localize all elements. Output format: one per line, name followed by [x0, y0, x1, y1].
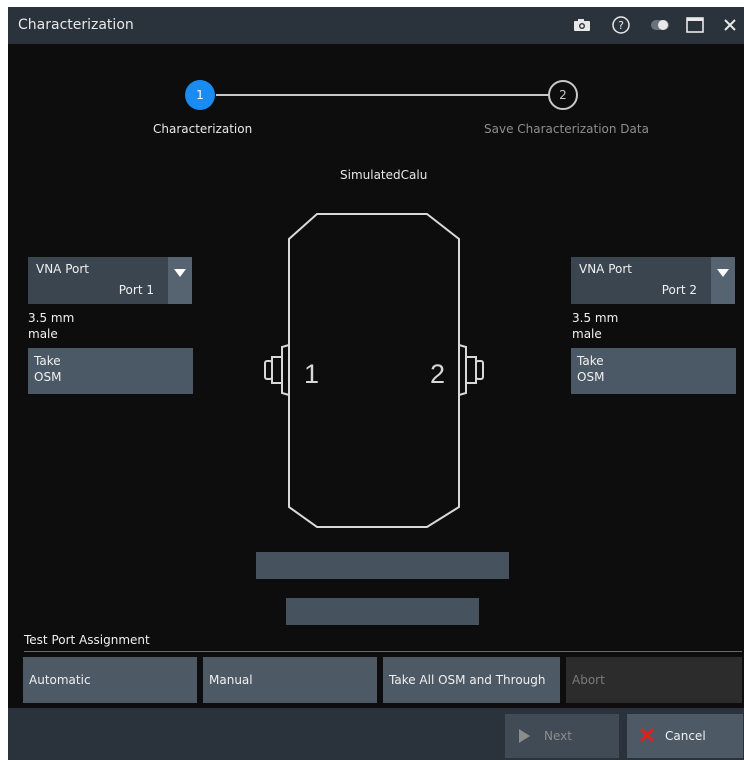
cal-unit-name: SimulatedCalu: [340, 168, 428, 182]
manual-button[interactable]: Manual: [203, 657, 377, 703]
maximize-icon[interactable]: [683, 13, 707, 37]
next-label: Next: [544, 729, 572, 743]
left-take-osm-line1: Take: [34, 354, 61, 368]
status-bar-upper: [256, 552, 509, 579]
right-connector-info: 3.5 mm male: [572, 310, 618, 342]
play-icon: [519, 729, 530, 743]
port-2-connector-icon: [465, 356, 484, 384]
right-connector-gender: male: [572, 327, 602, 341]
title-bar: Characterization ?: [8, 7, 744, 44]
port-2-number: 2: [430, 359, 445, 389]
right-vna-port-value: Port 2: [661, 283, 697, 297]
right-take-osm-line1: Take: [577, 354, 604, 368]
dialog-content: 1 2 Characterization Save Characterizati…: [8, 44, 744, 708]
wizard-step-1[interactable]: 1: [185, 80, 215, 110]
svg-text:?: ?: [618, 19, 624, 32]
characterization-dialog: Characterization ? 1 2 Characterization …: [8, 7, 744, 760]
cancel-button[interactable]: Cancel: [627, 714, 743, 758]
port-1-connector-icon: [264, 356, 283, 384]
left-vna-port-label: VNA Port: [36, 262, 89, 276]
toggle-icon[interactable]: [648, 13, 672, 37]
cancel-x-icon: [639, 726, 655, 746]
left-vna-port-value: Port 1: [118, 283, 154, 297]
take-all-osm-through-button[interactable]: Take All OSM and Through: [383, 657, 560, 703]
close-icon[interactable]: [718, 13, 742, 37]
next-button[interactable]: Next: [505, 714, 619, 758]
left-connector-info: 3.5 mm male: [28, 310, 74, 342]
right-vna-port-select[interactable]: VNA Port Port 2: [571, 257, 735, 304]
wizard-step-2[interactable]: 2: [548, 80, 578, 110]
status-bar-lower: [286, 598, 479, 625]
left-connector-gender: male: [28, 327, 58, 341]
help-icon[interactable]: ?: [609, 13, 633, 37]
right-take-osm-line2: OSM: [577, 370, 605, 384]
left-vna-port-select[interactable]: VNA Port Port 1: [28, 257, 192, 304]
port-1-number: 1: [304, 359, 319, 389]
left-connector-size: 3.5 mm: [28, 311, 75, 325]
wizard-step-2-label: Save Characterization Data: [484, 122, 649, 136]
test-port-assignment-label: Test Port Assignment: [24, 633, 150, 647]
dialog-footer: Next Cancel: [8, 708, 744, 760]
section-divider: [24, 651, 742, 652]
window-title: Characterization: [18, 17, 134, 33]
right-connector-size: 3.5 mm: [572, 311, 619, 325]
wizard-step-1-label: Characterization: [153, 122, 253, 136]
chevron-down-icon[interactable]: [168, 257, 192, 304]
automatic-button[interactable]: Automatic: [23, 657, 197, 703]
cal-unit-diagram: 1 2: [264, 213, 484, 528]
chevron-down-icon[interactable]: [711, 257, 735, 304]
abort-button[interactable]: Abort: [566, 657, 742, 703]
camera-icon[interactable]: [570, 13, 594, 37]
right-take-osm-button[interactable]: Take OSM: [571, 348, 736, 394]
left-take-osm-line2: OSM: [34, 370, 62, 384]
right-vna-port-label: VNA Port: [579, 262, 632, 276]
left-take-osm-button[interactable]: Take OSM: [28, 348, 193, 394]
cancel-label: Cancel: [665, 729, 706, 743]
wizard-progress-line: [216, 94, 550, 96]
